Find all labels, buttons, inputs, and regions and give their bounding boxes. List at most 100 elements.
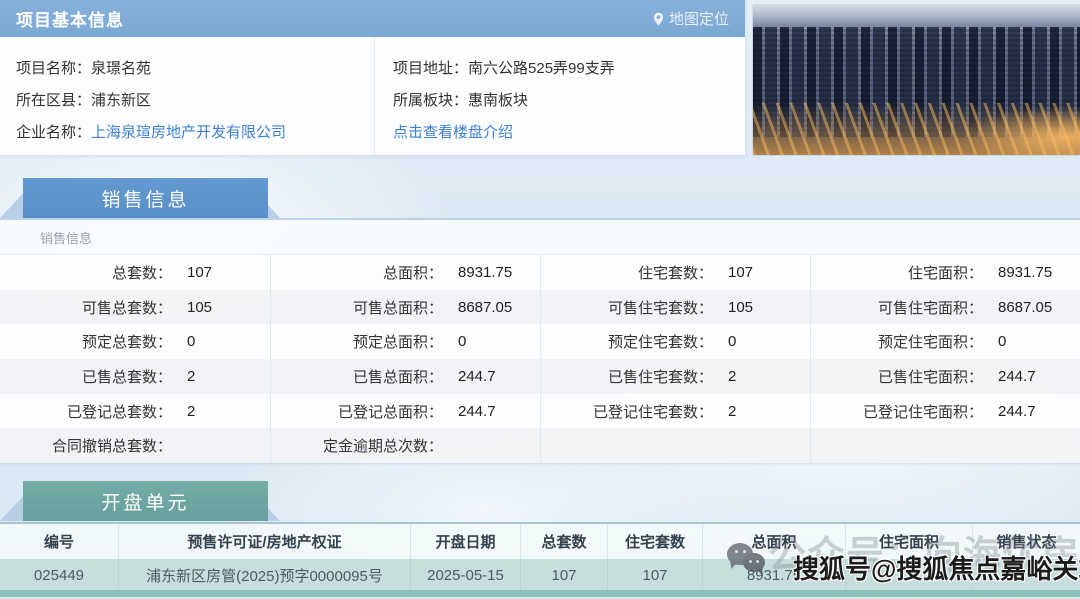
cell-value: 8687.05 (998, 298, 1053, 316)
column-header: 总套数 (520, 524, 607, 559)
cell-value: 2 (728, 402, 737, 420)
map-locate-label: 地图定位 (668, 11, 729, 28)
cell-label: 预定总套数： (81, 334, 172, 352)
table-row: 预定总套数： 0 预定总面积： 0 预定住宅套数： 0 预定住宅面积： 0 (0, 324, 1080, 360)
company-link[interactable]: 上海泉瑄房地产开发有限公司 (91, 121, 286, 142)
sales-cell: 住宅套数： 107 (540, 255, 810, 290)
cell-label: 可售总套数： (81, 299, 172, 317)
sales-cell: 已售住宅面积： 244.7 (810, 359, 1080, 394)
sales-cell: 预定住宅面积： 0 (810, 324, 1080, 360)
cell-value: 8931.75 (458, 263, 513, 281)
field-label: 项目地址： (393, 59, 469, 77)
sales-cell: 已登记总套数： 2 (0, 394, 270, 429)
cell-value: 0 (728, 333, 737, 351)
sales-subheader: 销售信息 (0, 220, 1080, 255)
sales-cell: 已售总套数： 2 (0, 359, 270, 394)
field-label: 所在区县： (16, 91, 92, 109)
field-value: 泉璟名苑 (91, 59, 152, 77)
field-value: 惠南板块 (468, 91, 529, 109)
cell-label: 已登记住宅套数： (592, 403, 713, 421)
table-row: 已售总套数： 2 已售总面积： 244.7 已售住宅套数： 2 已售住宅面积： 244.… (0, 359, 1080, 394)
cell-label: 可售住宅套数： (607, 299, 713, 317)
map-locate-button[interactable]: 地图定位 (653, 8, 729, 29)
sales-cell: 合同撤销总套数： (0, 428, 270, 463)
view-intro-link[interactable]: 点击查看楼盘介绍 (393, 121, 513, 142)
cell-label: 已登记总套数： (66, 403, 172, 421)
sales-cell: 可售住宅套数： 105 (540, 289, 810, 325)
sales-cell (540, 428, 810, 464)
sales-cell: 可售住宅面积： 8687.05 (810, 289, 1080, 325)
field-label: 所属板块： (393, 91, 469, 109)
sales-section-tab[interactable]: 销售信息 (0, 178, 280, 218)
sales-cell: 已登记总面积： 244.7 (270, 393, 540, 429)
field-address: 项目地址： 南六公路525弄99支弄 (393, 51, 745, 83)
sales-cell: 可售总套数： 105 (0, 290, 270, 325)
cell-value: 244.7 (458, 402, 496, 420)
cell-value: 2 (187, 402, 196, 420)
sales-cell: 住宅面积： 8931.75 (810, 255, 1080, 290)
field-project-name: 项目名称： 泉璟名苑 (16, 51, 374, 83)
field-label: 企业名称： (16, 123, 92, 141)
sales-info-table: 总套数： 107 总面积： 8931.75 住宅套数： 107 住宅面积： 8931.7… (0, 255, 1080, 464)
cell-value: 8687.05 (458, 298, 513, 316)
field-label: 项目名称： (16, 59, 92, 77)
sales-cell (810, 428, 1080, 464)
cell-label: 住宅套数： (637, 264, 713, 282)
cell-label: 总面积： (382, 264, 443, 282)
table-row: 已登记总套数： 2 已登记总面积： 244.7 已登记住宅套数： 2 已登记住宅面积：… (0, 393, 1080, 429)
sales-cell: 已登记住宅套数： 2 (540, 393, 810, 429)
table-row[interactable]: 025449 浦东新区房管(2025)预字0000095号 2025-05-15… (0, 559, 1080, 592)
sales-cell: 总面积： 8931.75 (270, 255, 540, 290)
column-header: 开盘日期 (410, 524, 520, 559)
cell-label: 合同撤销总套数： (51, 438, 172, 456)
opening-units-tab-label: 开盘单元 (23, 481, 268, 521)
table-header-row: 编号 预售许可证/房地产权证 开盘日期 总套数 住宅套数 总面积 住宅面积 销售… (0, 522, 1080, 559)
sales-cell: 定金逾期总次数： (270, 428, 540, 464)
cell-label: 预定住宅套数： (607, 334, 713, 352)
cell-label: 总套数： (111, 264, 172, 282)
opening-units-section-tab[interactable]: 开盘单元 (0, 481, 280, 521)
project-info-panel: 项目基本信息 地图定位 项目名称： 泉璟名苑 所在区县： 浦东新区 企业名称： … (0, 0, 745, 155)
sales-cell: 预定总套数： 0 (0, 324, 270, 359)
cell-residential-units: 107 (607, 559, 702, 592)
cell-value: 244.7 (998, 402, 1036, 420)
table-row: 合同撤销总套数： 定金逾期总次数： (0, 428, 1080, 464)
table-bottom-strip (0, 590, 1080, 597)
sales-cell: 可售总面积： 8687.05 (270, 289, 540, 325)
cell-label: 可售住宅面积： (877, 299, 983, 317)
cell-label: 预定住宅面积： (877, 334, 983, 352)
cell-value: 0 (458, 333, 467, 351)
sales-cell: 预定总面积： 0 (270, 324, 540, 360)
photo-street-lights (753, 103, 1080, 155)
sales-cell: 已登记住宅面积： 244.7 (810, 393, 1080, 429)
cell-value: 0 (998, 333, 1007, 351)
cell-value: 107 (728, 263, 754, 281)
cell-value: 0 (187, 333, 196, 351)
column-header: 销售状态 (972, 524, 1080, 559)
sales-cell: 已售住宅套数： 2 (540, 359, 810, 394)
field-district: 所在区县： 浦东新区 (16, 83, 374, 115)
field-sector: 所属板块： 惠南板块 (393, 83, 745, 115)
project-info-right-column: 项目地址： 南六公路525弄99支弄 所属板块： 惠南板块 点击查看楼盘介绍 (375, 37, 745, 155)
column-header: 编号 (43, 534, 74, 551)
table-row: 总套数： 107 总面积： 8931.75 住宅套数： 107 住宅面积： 8931.7… (0, 255, 1080, 290)
field-value: 浦东新区 (91, 91, 152, 109)
cell-sale-status (972, 559, 1080, 592)
sales-cell: 已售总面积： 244.7 (270, 359, 540, 394)
field-value: 南六公路525弄99支弄 (468, 59, 615, 77)
sales-tab-label: 销售信息 (23, 178, 268, 218)
cell-label: 已登记总面积： (337, 403, 443, 421)
project-info-body: 项目名称： 泉璟名苑 所在区县： 浦东新区 企业名称： 上海泉瑄房地产开发有限公… (0, 37, 745, 155)
cell-value: 244.7 (998, 367, 1036, 385)
cell-total-area: 8931.75 (702, 559, 845, 592)
column-header: 预售许可证/房地产权证 (118, 524, 410, 559)
page-title: 项目基本信息 (16, 11, 124, 30)
column-header: 总面积 (702, 524, 845, 559)
sales-cell: 总套数： 107 (0, 255, 270, 290)
sales-cell: 预定住宅套数： 0 (540, 324, 810, 360)
field-intro: 点击查看楼盘介绍 (393, 115, 745, 147)
project-info-header: 项目基本信息 地图定位 (0, 0, 745, 37)
cell-label: 已售总套数： (81, 368, 172, 386)
cell-value: 105 (728, 298, 754, 316)
cell-value: 107 (187, 263, 213, 281)
